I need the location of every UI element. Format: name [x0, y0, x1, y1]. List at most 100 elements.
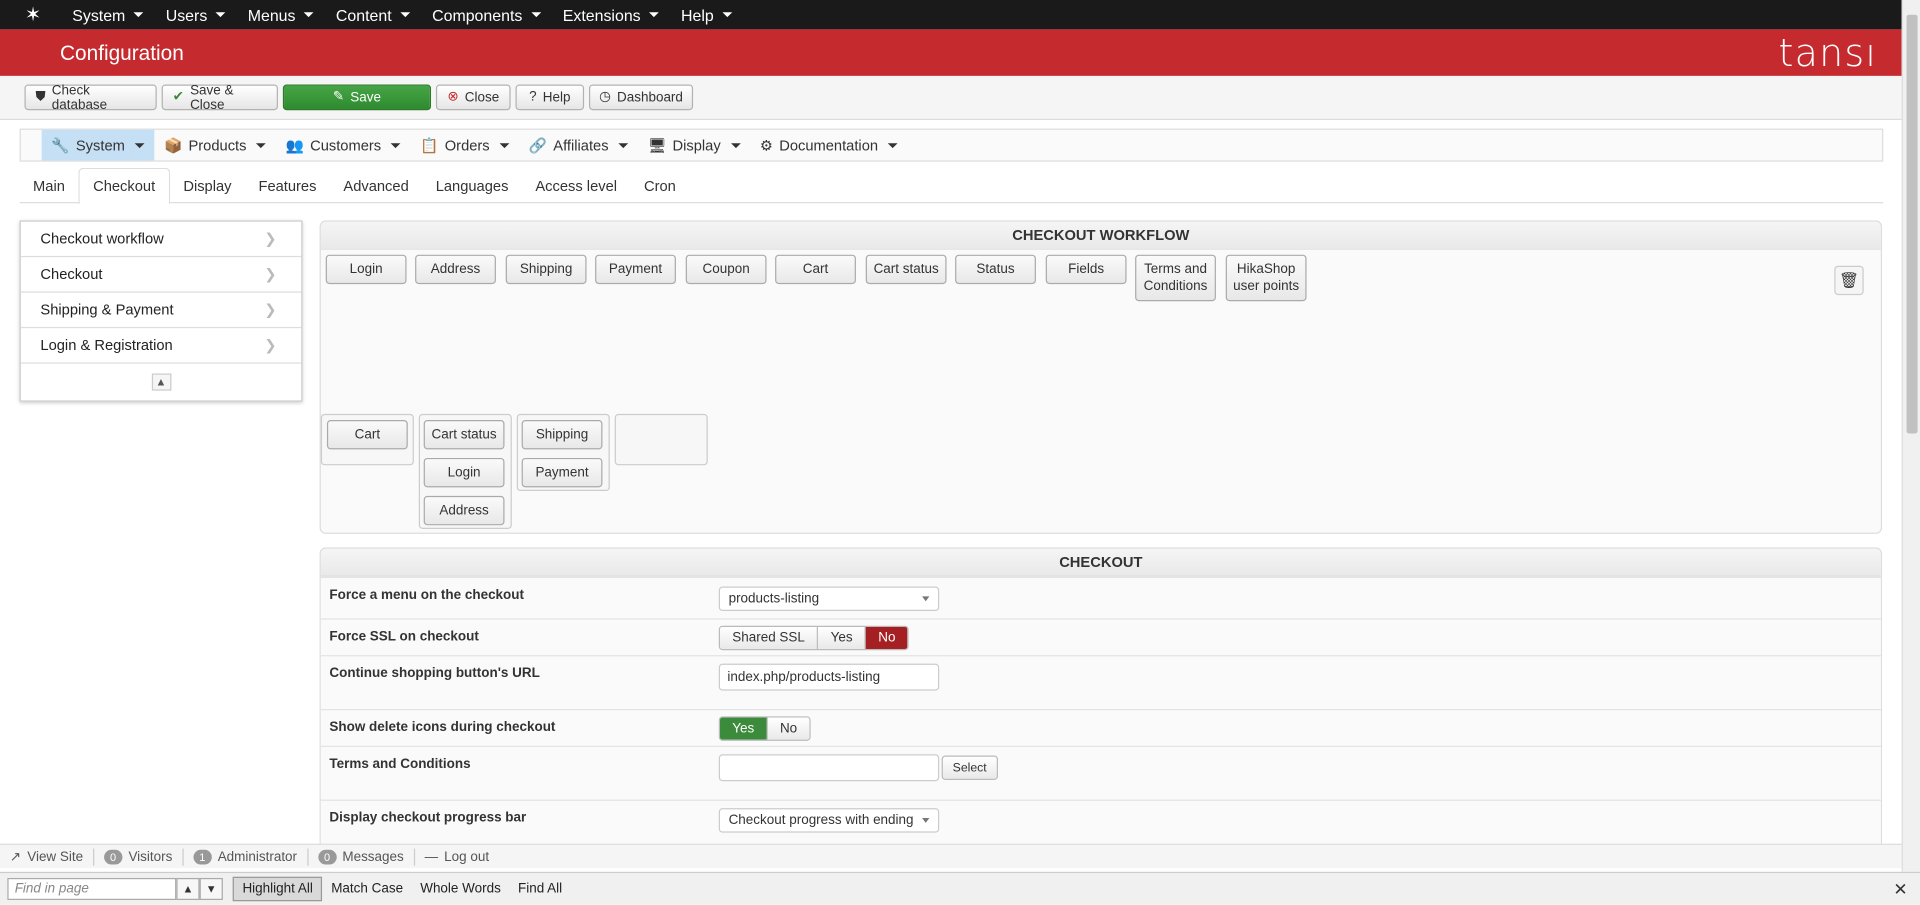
- question-circle-icon: ?: [529, 89, 537, 105]
- caret-down-icon: [256, 142, 267, 148]
- tab-languages[interactable]: Languages: [422, 168, 522, 204]
- menu-label: System: [72, 5, 126, 24]
- save-close-button[interactable]: ✔ Save & Close: [161, 83, 278, 112]
- delete-icons-no[interactable]: No: [767, 717, 810, 740]
- whole-words-toggle[interactable]: Whole Words: [412, 877, 510, 901]
- button-label: Close: [464, 90, 500, 105]
- scrollbar-thumb[interactable]: [1906, 14, 1918, 434]
- menu-label: Help: [681, 5, 714, 24]
- force-menu-select[interactable]: products-listing: [718, 586, 940, 612]
- menu-system[interactable]: System: [61, 0, 154, 29]
- status-label: View Site: [27, 849, 84, 864]
- visitors-status: 0 Visitors: [94, 847, 184, 866]
- hika-menu-display[interactable]: 🖥 Display: [638, 130, 750, 161]
- hika-menu-affiliates[interactable]: 🔗 Affiliates: [519, 130, 638, 161]
- workflow-item-status[interactable]: Status: [955, 254, 1036, 285]
- section-nav: Checkout workflow ❯ Checkout ❯ Shipping & …: [19, 220, 303, 402]
- tab-access-level[interactable]: Access level: [522, 168, 631, 204]
- messages-count-badge: 0: [317, 849, 337, 864]
- check-database-button[interactable]: ⛊ Check database: [24, 83, 157, 112]
- terms-input[interactable]: [718, 754, 940, 782]
- toolbar: ⛊ Check database ✔ Save & Close ✎ Save ⊗ Clo…: [0, 75, 1902, 121]
- logout-link[interactable]: — Log out: [415, 848, 499, 865]
- hika-menu-system[interactable]: 🔧 System: [41, 129, 155, 161]
- workflow-item-user-points[interactable]: HikaShop user points: [1225, 254, 1307, 302]
- caret-down-icon: [887, 142, 898, 148]
- documentation-icon: ⚙: [759, 136, 774, 154]
- setting-label: Force SSL on checkout: [329, 629, 479, 645]
- dashboard-button[interactable]: ◷ Dashboard: [588, 84, 694, 111]
- workflow-step-item[interactable]: Login: [423, 457, 505, 488]
- help-button[interactable]: ? Help: [515, 84, 585, 111]
- workflow-step-item[interactable]: Address: [423, 495, 505, 526]
- workflow-item-coupon[interactable]: Coupon: [685, 254, 767, 285]
- find-next-icon[interactable]: ▼: [199, 877, 223, 901]
- terms-select-button[interactable]: Select: [941, 755, 998, 781]
- workflow-item-login[interactable]: Login: [325, 254, 407, 285]
- highlight-all-toggle[interactable]: Highlight All: [232, 876, 323, 902]
- collapse-icon[interactable]: ▲: [151, 372, 171, 391]
- workflow-step-item[interactable]: Cart status: [423, 420, 505, 450]
- find-all-toggle[interactable]: Find All: [509, 877, 570, 901]
- tab-advanced[interactable]: Advanced: [330, 168, 422, 204]
- hika-menu-customers[interactable]: 👥 Customers: [276, 130, 411, 161]
- force-ssl-no[interactable]: No: [866, 626, 908, 649]
- match-case-toggle[interactable]: Match Case: [323, 877, 412, 901]
- tab-checkout[interactable]: Checkout: [78, 167, 170, 205]
- menu-content[interactable]: Content: [325, 0, 421, 29]
- menu-help[interactable]: Help: [670, 0, 743, 29]
- workflow-item-shipping[interactable]: Shipping: [505, 254, 587, 285]
- close-icon[interactable]: ✕: [1893, 879, 1907, 900]
- trash-icon[interactable]: 🗑: [1834, 265, 1864, 296]
- workflow-item-address[interactable]: Address: [415, 254, 496, 285]
- joomla-logo-icon[interactable]: ✶: [15, 0, 52, 29]
- external-link-icon: ↗: [9, 849, 22, 865]
- visitors-count-badge: 0: [103, 849, 123, 864]
- delete-icons-toggle: Yes No: [718, 716, 811, 741]
- save-button[interactable]: ✎ Save: [282, 84, 432, 111]
- menu-label: Extensions: [562, 5, 641, 24]
- workflow-item-payment[interactable]: Payment: [595, 254, 676, 285]
- menu-extensions[interactable]: Extensions: [552, 0, 670, 29]
- menu-menus[interactable]: Menus: [237, 0, 325, 29]
- workflow-item-fields[interactable]: Fields: [1045, 254, 1127, 285]
- force-ssl-shared[interactable]: Shared SSL: [720, 626, 819, 649]
- page-title: Configuration: [60, 41, 184, 65]
- tab-features[interactable]: Features: [245, 168, 330, 204]
- hika-menu-orders[interactable]: 📋 Orders: [411, 130, 520, 161]
- force-ssl-yes[interactable]: Yes: [818, 626, 867, 649]
- page-scrollbar[interactable]: [1901, 0, 1920, 872]
- workflow-item-cart-status[interactable]: Cart status: [865, 254, 947, 285]
- chevron-right-icon: ❯: [264, 230, 277, 248]
- find-input[interactable]: Find in page: [7, 877, 177, 901]
- section-nav-checkout-workflow[interactable]: Checkout workflow ❯: [20, 222, 302, 258]
- view-site-link[interactable]: ↗ View Site: [0, 847, 95, 866]
- menu-components[interactable]: Components: [421, 0, 552, 29]
- section-nav-login-registration[interactable]: Login & Registration ❯: [20, 328, 302, 364]
- hika-menu-products[interactable]: 📦 Products: [154, 130, 276, 161]
- workflow-step-item[interactable]: Cart: [326, 420, 408, 450]
- workflow-step-empty[interactable]: [614, 413, 708, 466]
- workflow-step-item[interactable]: Shipping: [521, 420, 603, 450]
- continue-url-input[interactable]: index.php/products-listing: [718, 663, 940, 691]
- select-value: Checkout progress with ending: [728, 813, 914, 828]
- section-nav-checkout[interactable]: Checkout ❯: [20, 257, 302, 293]
- caret-down-icon: [134, 142, 145, 148]
- delete-icons-yes[interactable]: Yes: [720, 717, 768, 740]
- close-button[interactable]: ⊗ Close: [435, 84, 511, 111]
- hika-menu-documentation[interactable]: ⚙ Documentation: [750, 130, 907, 161]
- messages-link[interactable]: 0 Messages: [308, 847, 415, 866]
- workflow-step-item[interactable]: Payment: [521, 457, 603, 488]
- tab-display[interactable]: Display: [170, 168, 245, 204]
- section-nav-shipping-payment[interactable]: Shipping & Payment ❯: [20, 293, 302, 329]
- find-previous-icon[interactable]: ▲: [176, 877, 200, 901]
- tab-main[interactable]: Main: [20, 168, 79, 204]
- workflow-item-cart[interactable]: Cart: [775, 254, 856, 285]
- dropdown-arrow-icon: [922, 596, 930, 602]
- workflow-item-terms[interactable]: Terms and Conditions: [1135, 254, 1216, 302]
- tab-cron[interactable]: Cron: [631, 168, 690, 204]
- menu-users[interactable]: Users: [155, 0, 237, 29]
- affiliates-icon: 🔗: [528, 136, 548, 154]
- check-icon: ✔: [172, 89, 184, 105]
- progress-bar-select[interactable]: Checkout progress with ending: [718, 808, 940, 833]
